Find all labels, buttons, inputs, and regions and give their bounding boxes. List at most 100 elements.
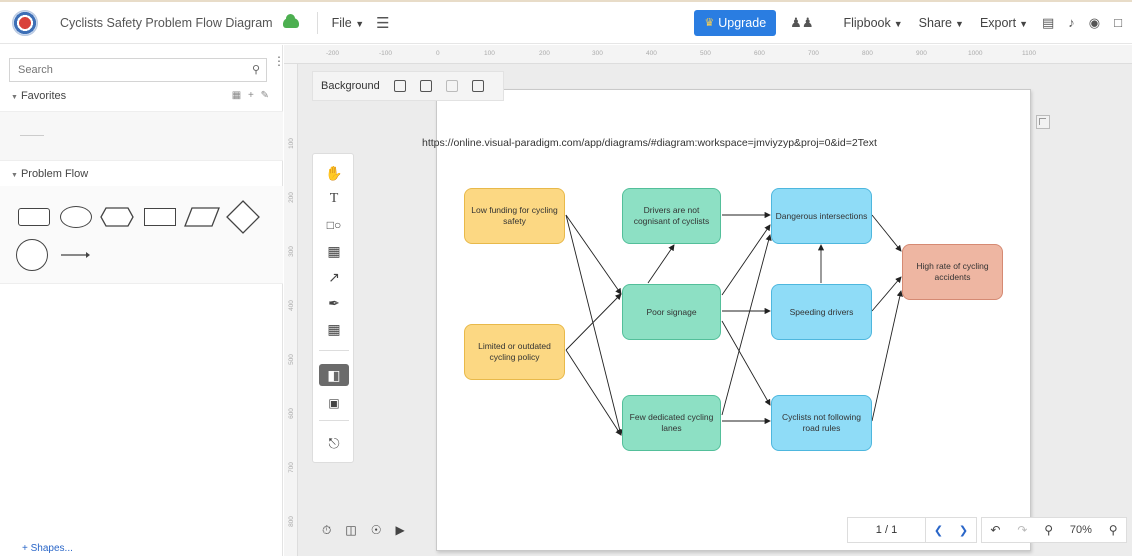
diagram-page[interactable]: [436, 89, 1031, 551]
ruler-label: 800: [287, 516, 295, 527]
document-title[interactable]: Cyclists Safety Problem Flow Diagram: [60, 16, 273, 30]
favorite-shape-line[interactable]: [20, 135, 44, 136]
collapse-triangle-icon: ▼: [11, 94, 18, 101]
ruler-label: 600: [287, 408, 295, 419]
arrow-connector-shape[interactable]: [60, 250, 90, 260]
problem-flow-header[interactable]: ▼ Problem Flow: [0, 163, 283, 185]
background-image-icon[interactable]: [393, 80, 406, 92]
page-navigator: 1 / 1 ❮ ❯: [847, 517, 977, 543]
background-settings-icon[interactable]: [471, 80, 484, 92]
hamburger-menu-icon[interactable]: ☰: [376, 14, 389, 32]
parallelogram-shape[interactable]: [184, 206, 220, 228]
node-high-rate-accidents[interactable]: High rate of cycling accidents: [902, 244, 1003, 300]
ruler-label: 900: [916, 50, 927, 57]
node-dangerous-intersections[interactable]: Dangerous intersections: [771, 188, 872, 244]
top-bar: Cyclists Safety Problem Flow Diagram Fil…: [0, 0, 1132, 44]
node-low-funding[interactable]: Low funding for cycling safety: [464, 188, 565, 244]
ruler-label: 700: [808, 50, 819, 57]
background-toolbar: Background: [312, 71, 504, 101]
rectangle-shape[interactable]: [144, 208, 176, 226]
ruler-label: -100: [379, 50, 393, 57]
timer-icon[interactable]: ⏱: [322, 523, 331, 538]
table-tool-icon[interactable]: ▦: [319, 318, 349, 340]
node-poor-signage[interactable]: Poor signage: [622, 284, 721, 340]
ruler-label: 100: [287, 138, 295, 149]
zoom-level[interactable]: 70%: [1070, 524, 1092, 536]
favorites-tools[interactable]: ▦ + ✎: [232, 85, 271, 107]
node-speeding-drivers[interactable]: Speeding drivers: [771, 284, 872, 340]
page-corner-icon[interactable]: [1036, 115, 1050, 129]
ruler-label: 500: [700, 50, 711, 57]
hand-tool-icon[interactable]: ✋: [319, 162, 349, 184]
add-element-icon[interactable]: ▣: [319, 392, 349, 414]
text-tool-icon[interactable]: T: [319, 188, 349, 210]
background-remove-icon: [445, 80, 458, 92]
flipbook-menu[interactable]: Flipbook ▼: [843, 16, 902, 30]
diamond-shape[interactable]: [226, 200, 260, 234]
share-label: Share: [918, 15, 953, 30]
ruler-label: 200: [539, 50, 550, 57]
shapes-tool-icon[interactable]: □○: [319, 214, 349, 236]
favorites-header[interactable]: ▼ Favorites ▦ + ✎: [0, 85, 283, 107]
undo-icon[interactable]: ↶: [990, 523, 1000, 537]
bell-icon[interactable]: ♪: [1068, 15, 1075, 30]
export-label: Export: [979, 15, 1017, 30]
search-input[interactable]: [10, 59, 240, 81]
zoom-controls: ↶ ↷ ⚲ 70% ⚲: [981, 517, 1127, 543]
favorites-label: Favorites: [20, 90, 67, 102]
file-menu-label: File: [331, 15, 352, 30]
left-ruler: 100 200 300 400 500 600 700 800: [284, 64, 298, 556]
help-icon[interactable]: □: [1114, 15, 1122, 30]
format-painter-icon[interactable]: ⎋: [319, 432, 349, 454]
next-page-icon[interactable]: ❯: [951, 524, 976, 537]
canvas-area: -200 -100 0 100 200 300 400 500 600 700 …: [284, 45, 1132, 556]
background-color-icon[interactable]: [419, 80, 432, 92]
comment-icon[interactable]: ▤: [1042, 15, 1054, 31]
file-menu[interactable]: File ▼: [332, 16, 365, 30]
circle-shape[interactable]: [16, 239, 48, 271]
ruler-label: 300: [592, 50, 603, 57]
node-few-cycling-lanes[interactable]: Few dedicated cycling lanes: [622, 395, 721, 451]
node-drivers-not-cognisant[interactable]: Drivers are not cognisant of cyclists: [622, 188, 721, 244]
chevron-down-icon: ▼: [955, 18, 964, 29]
add-shapes-link[interactable]: + Shapes...: [22, 543, 73, 554]
share-menu[interactable]: Share ▼: [919, 16, 964, 30]
problem-flow-shapes: [0, 186, 283, 284]
search-box: ⚲: [9, 58, 267, 82]
panel-toggle-icon[interactable]: ◧: [319, 364, 349, 386]
chevron-down-icon: ▼: [893, 18, 903, 29]
bottom-tools: ⏱ ◫ ☉ ▶: [312, 515, 432, 545]
page-indicator[interactable]: 1 / 1: [848, 517, 926, 543]
arrow-tool-icon[interactable]: ↗: [319, 266, 349, 288]
app-root: Cyclists Safety Problem Flow Diagram Fil…: [0, 0, 1132, 556]
ellipse-shape[interactable]: [60, 206, 92, 228]
node-limited-policy[interactable]: Limited or outdated cycling policy: [464, 324, 565, 380]
upgrade-button[interactable]: ♛ Upgrade: [694, 9, 777, 36]
present-icon[interactable]: ◫: [345, 523, 356, 537]
comments-icon[interactable]: ☉: [371, 523, 382, 537]
node-cyclists-not-following-rules[interactable]: Cyclists not following road rules: [771, 395, 872, 451]
zoom-in-icon[interactable]: ⚲: [1109, 523, 1118, 537]
chevron-down-icon: ▼: [1019, 18, 1028, 29]
ruler-label: -200: [326, 50, 340, 57]
zoom-out-icon[interactable]: ⚲: [1044, 523, 1053, 537]
app-logo-icon[interactable]: [12, 9, 38, 36]
play-icon[interactable]: ▶: [395, 523, 404, 537]
collaborators-icon[interactable]: ♟♟: [790, 15, 813, 31]
rounded-rectangle-shape[interactable]: [18, 208, 50, 226]
url-text-label[interactable]: https://online.visual-paradigm.com/app/d…: [422, 137, 877, 149]
cloud-saved-icon: [282, 13, 299, 28]
ruler-label: 800: [862, 50, 873, 57]
background-label: Background: [321, 80, 380, 92]
search-icon[interactable]: ⚲: [252, 63, 260, 76]
pen-tool-icon[interactable]: ✒: [319, 292, 349, 314]
image-tool-icon[interactable]: ▦: [319, 240, 349, 262]
eye-icon[interactable]: ◉: [1089, 15, 1100, 31]
top-ruler: -200 -100 0 100 200 300 400 500 600 700 …: [284, 45, 1132, 64]
export-menu[interactable]: Export ▼: [980, 16, 1028, 30]
prev-page-icon[interactable]: ❮: [926, 524, 951, 537]
ruler-label: 1100: [1022, 50, 1036, 57]
hexagon-shape[interactable]: [100, 206, 134, 228]
ruler-label: 200: [287, 192, 295, 203]
ruler-label: 700: [287, 462, 295, 473]
